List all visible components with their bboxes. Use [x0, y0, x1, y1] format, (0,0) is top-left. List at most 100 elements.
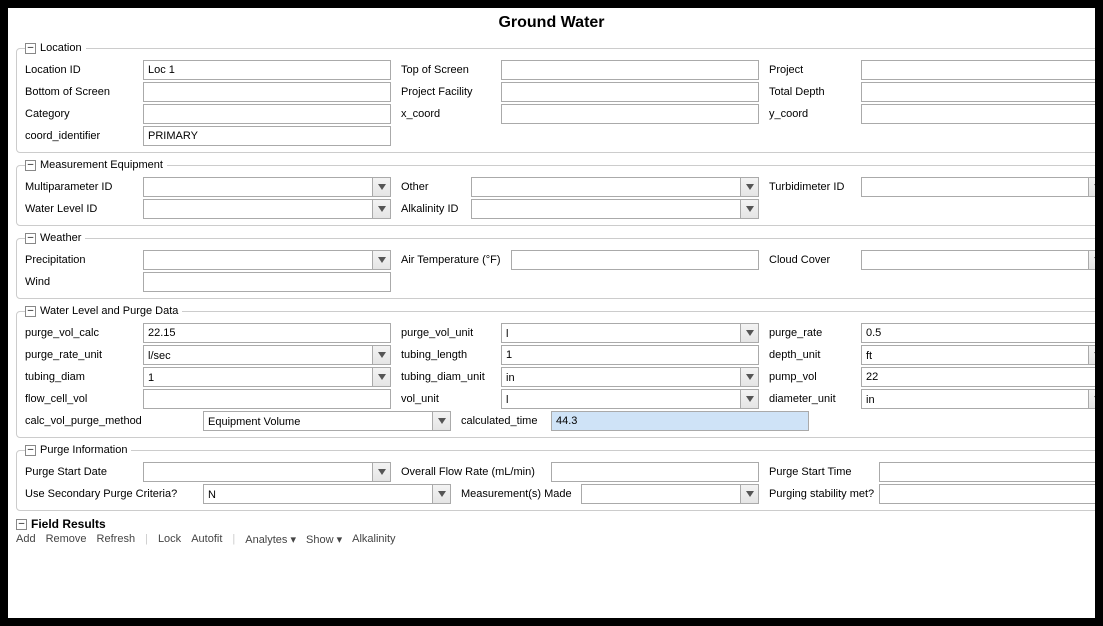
- calculated-time-input[interactable]: [551, 411, 809, 431]
- purge-rate-unit-label: purge_rate_unit: [25, 349, 143, 361]
- chevron-down-icon[interactable]: [1088, 346, 1095, 364]
- purge-rate-label: purge_rate: [769, 327, 861, 339]
- chevron-down-icon[interactable]: [372, 251, 390, 269]
- x-coord-input[interactable]: [501, 104, 759, 124]
- flow-cell-vol-input[interactable]: [143, 389, 391, 409]
- overall-flow-rate-input[interactable]: [551, 462, 759, 482]
- toolbar-refresh-button[interactable]: Refresh: [97, 533, 136, 546]
- air-temp-label: Air Temperature (°F): [401, 254, 511, 266]
- other-select[interactable]: [471, 177, 759, 197]
- pump-vol-input[interactable]: [861, 367, 1095, 387]
- vol-unit-select[interactable]: l: [501, 389, 759, 409]
- tubing-diam-unit-select[interactable]: in: [501, 367, 759, 387]
- toolbar-add-button[interactable]: Add: [16, 533, 36, 546]
- collapse-location-button[interactable]: –: [25, 43, 36, 54]
- toolbar-remove-button[interactable]: Remove: [46, 533, 87, 546]
- purge-vol-unit-label: purge_vol_unit: [401, 327, 501, 339]
- chevron-down-icon[interactable]: [740, 390, 758, 408]
- purge-vol-calc-input[interactable]: [143, 323, 391, 343]
- coord-identifier-label: coord_identifier: [25, 130, 143, 142]
- toolbar-show-dropdown[interactable]: Show ▾: [306, 533, 342, 546]
- project-facility-input[interactable]: [501, 82, 759, 102]
- diameter-unit-label: diameter_unit: [769, 393, 861, 405]
- y-coord-input[interactable]: [861, 104, 1095, 124]
- chevron-down-icon[interactable]: [740, 324, 758, 342]
- section-waterlevel: – Water Level and Purge Data purge_vol_c…: [16, 305, 1095, 438]
- fieldresults-toolbar: Add Remove Refresh | Lock Autofit | Anal…: [16, 531, 1087, 546]
- depth-unit-label: depth_unit: [769, 349, 861, 361]
- stability-met-input[interactable]: [879, 484, 1095, 504]
- chevron-down-icon[interactable]: [740, 485, 758, 503]
- coord-identifier-input[interactable]: [143, 126, 391, 146]
- category-label: Category: [25, 108, 143, 120]
- stability-met-label: Purging stability met?: [769, 488, 879, 500]
- category-input[interactable]: [143, 104, 391, 124]
- purge-start-date-select[interactable]: [143, 462, 391, 482]
- bottom-of-screen-input[interactable]: [143, 82, 391, 102]
- collapse-fieldresults-button[interactable]: –: [16, 519, 27, 530]
- total-depth-input[interactable]: [861, 82, 1095, 102]
- chevron-down-icon[interactable]: [372, 463, 390, 481]
- tubing-diam-label: tubing_diam: [25, 371, 143, 383]
- project-facility-label: Project Facility: [401, 86, 501, 98]
- toolbar-analytes-dropdown[interactable]: Analytes ▾: [245, 533, 296, 546]
- legend-purgeinfo-text: Purge Information: [40, 444, 127, 456]
- alkalinity-id-select[interactable]: [471, 199, 759, 219]
- chevron-down-icon[interactable]: [372, 200, 390, 218]
- use-secondary-select[interactable]: N: [203, 484, 451, 504]
- purge-rate-input[interactable]: [861, 323, 1095, 343]
- air-temp-input[interactable]: [511, 250, 759, 270]
- purge-rate-unit-select[interactable]: l/sec: [143, 345, 391, 365]
- alkalinity-id-label: Alkalinity ID: [401, 203, 471, 215]
- chevron-down-icon[interactable]: [740, 368, 758, 386]
- chevron-down-icon[interactable]: [372, 346, 390, 364]
- chevron-down-icon[interactable]: [1088, 251, 1095, 269]
- project-label: Project: [769, 64, 861, 76]
- toolbar-autofit-button[interactable]: Autofit: [191, 533, 222, 546]
- section-location: – Location Location ID Top of Screen Pro…: [16, 42, 1095, 153]
- chevron-down-icon[interactable]: [740, 178, 758, 196]
- tubing-length-input[interactable]: [501, 345, 759, 365]
- calc-vol-purge-method-select[interactable]: Equipment Volume: [203, 411, 451, 431]
- top-of-screen-input[interactable]: [501, 60, 759, 80]
- purge-vol-calc-label: purge_vol_calc: [25, 327, 143, 339]
- tubing-length-label: tubing_length: [401, 349, 501, 361]
- chevron-down-icon[interactable]: [1088, 178, 1095, 196]
- collapse-purgeinfo-button[interactable]: –: [25, 445, 36, 456]
- precipitation-select[interactable]: [143, 250, 391, 270]
- diameter-unit-select[interactable]: in: [861, 389, 1095, 409]
- collapse-equipment-button[interactable]: –: [25, 160, 36, 171]
- tubing-diam-select[interactable]: 1: [143, 367, 391, 387]
- collapse-waterlevel-button[interactable]: –: [25, 306, 36, 317]
- multiparameter-id-select[interactable]: [143, 177, 391, 197]
- x-coord-label: x_coord: [401, 108, 501, 120]
- turbidimeter-id-label: Turbidimeter ID: [769, 181, 861, 193]
- legend-equipment: – Measurement Equipment: [25, 159, 167, 171]
- cloud-cover-select[interactable]: [861, 250, 1095, 270]
- measurements-made-select[interactable]: [581, 484, 759, 504]
- location-id-input[interactable]: [143, 60, 391, 80]
- purge-vol-unit-select[interactable]: l: [501, 323, 759, 343]
- measurements-made-label: Measurement(s) Made: [461, 488, 581, 500]
- chevron-down-icon[interactable]: [372, 178, 390, 196]
- water-level-id-select[interactable]: [143, 199, 391, 219]
- chevron-down-icon[interactable]: [432, 485, 450, 503]
- chevron-down-icon[interactable]: [1088, 390, 1095, 408]
- purge-start-time-label: Purge Start Time: [769, 466, 879, 478]
- legend-location: – Location: [25, 42, 86, 54]
- legend-equipment-text: Measurement Equipment: [40, 159, 163, 171]
- purge-start-time-input[interactable]: [879, 462, 1095, 482]
- toolbar-alkalinity-button[interactable]: Alkalinity: [352, 533, 395, 546]
- chevron-down-icon[interactable]: [432, 412, 450, 430]
- chevron-down-icon[interactable]: [372, 368, 390, 386]
- chevron-down-icon[interactable]: [740, 200, 758, 218]
- vol-unit-label: vol_unit: [401, 393, 501, 405]
- project-input[interactable]: [861, 60, 1095, 80]
- form-frame: Ground Water – Location Location ID Top …: [8, 8, 1095, 618]
- collapse-weather-button[interactable]: –: [25, 233, 36, 244]
- multiparameter-id-label: Multiparameter ID: [25, 181, 143, 193]
- wind-input[interactable]: [143, 272, 391, 292]
- toolbar-lock-button[interactable]: Lock: [158, 533, 181, 546]
- depth-unit-select[interactable]: ft: [861, 345, 1095, 365]
- turbidimeter-id-select[interactable]: [861, 177, 1095, 197]
